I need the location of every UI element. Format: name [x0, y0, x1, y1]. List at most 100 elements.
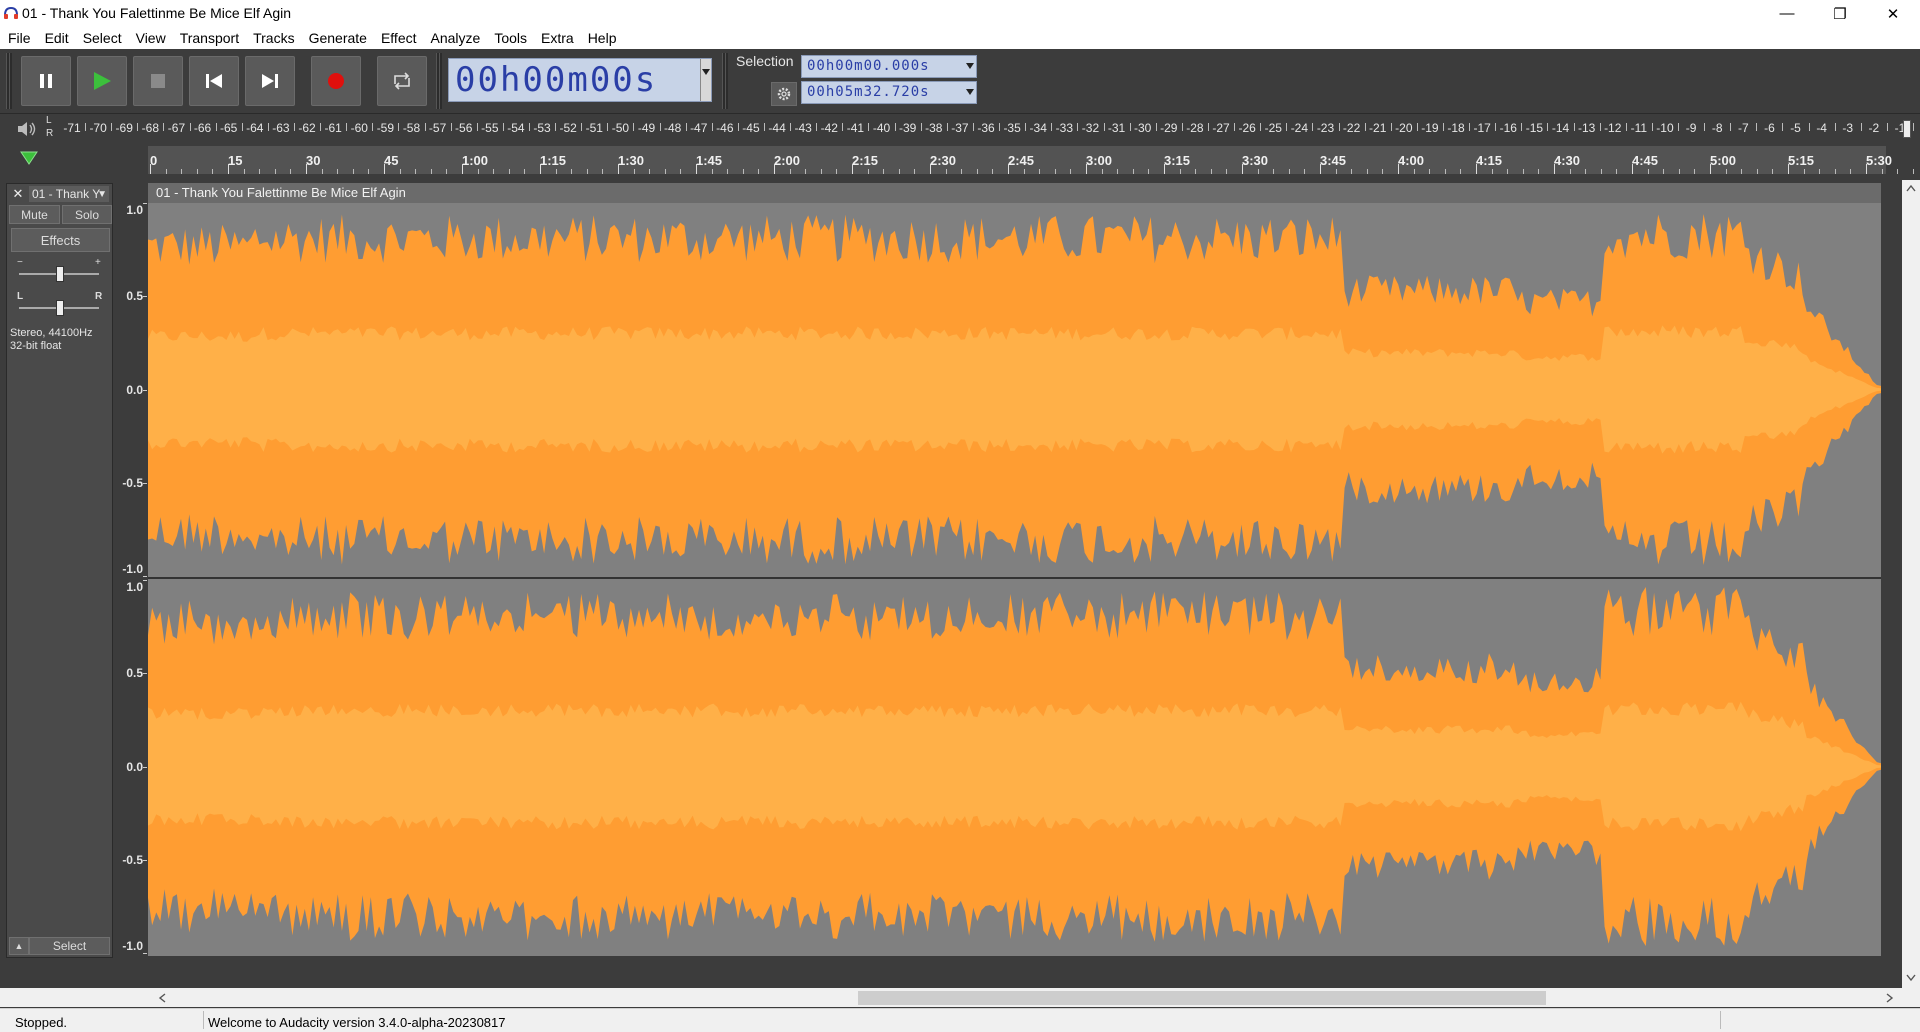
chevron-down-icon[interactable] — [966, 89, 974, 95]
timeline-minor-tick — [321, 169, 323, 174]
skip-to-end-button[interactable] — [245, 56, 295, 106]
play-button[interactable] — [77, 56, 127, 106]
menu-extra[interactable]: Extra — [534, 27, 581, 49]
meter-tick-label: -66 — [193, 121, 212, 135]
amplitude-ruler[interactable]: 1.0 0.5 0.0 -0.5 -1.0 1.0 0.5 0.0 -0.5 -1.0 — [114, 183, 147, 956]
select-track-button[interactable]: Select — [29, 937, 110, 955]
pan-slider-thumb[interactable] — [56, 300, 64, 316]
scroll-left-icon[interactable] — [158, 993, 166, 1003]
record-icon — [328, 73, 344, 89]
timeline-minor-tick — [1569, 169, 1571, 174]
menu-tracks[interactable]: Tracks — [246, 27, 301, 49]
timeline-tick-label: 5:15 — [1788, 153, 1815, 168]
toolbar-grip[interactable] — [436, 53, 442, 109]
meter-tick-label: -33 — [1055, 121, 1073, 135]
meter-tick-label: -43 — [794, 121, 812, 135]
skip-to-start-button[interactable] — [189, 56, 239, 106]
vertical-scrollbar[interactable] — [1902, 180, 1920, 988]
horizontal-scroll-thumb[interactable] — [858, 991, 1546, 1005]
meter-tick — [1651, 123, 1653, 131]
timeline-area: 0 15 30 45 1:00 1:15 1:30 1:45 2:00 2:15 2:30 2:45 3… — [0, 143, 1920, 177]
timeline-minor-tick — [914, 169, 916, 174]
stop-button[interactable] — [133, 56, 183, 106]
timeline-ruler[interactable]: 0 15 30 45 1:00 1:15 1:30 1:45 2:00 2:15 2:30 2:45 3… — [148, 146, 1914, 174]
solo-button[interactable]: Solo — [62, 205, 112, 224]
loop-button[interactable] — [377, 56, 427, 106]
chevron-down-icon: ▼ — [97, 188, 107, 200]
play-head-icon[interactable] — [20, 151, 38, 165]
menu-select[interactable]: Select — [76, 27, 129, 49]
restore-button[interactable]: ❐ — [1817, 0, 1863, 27]
meter-tick — [659, 123, 661, 131]
timeline-major-tick — [774, 164, 775, 174]
timeline-minor-tick — [1226, 169, 1228, 174]
menu-file[interactable]: File — [0, 27, 38, 49]
track-menu-button[interactable]: 01 - Thank Y ▼ — [29, 186, 109, 202]
meter-tick-label: -63 — [272, 121, 290, 135]
gain-minus-label: − — [17, 257, 23, 268]
menu-view[interactable]: View — [129, 27, 173, 49]
chevron-down-icon[interactable] — [966, 63, 974, 69]
close-track-button[interactable]: ✕ — [9, 186, 27, 202]
track-right-margin — [1881, 183, 1901, 956]
waveform-display[interactable] — [148, 203, 1881, 956]
timeline-minor-tick — [430, 169, 432, 174]
collapse-track-button[interactable]: ▲ — [9, 937, 29, 955]
clip-title-bar[interactable]: 01 - Thank You Falettinme Be Mice Elf Ag… — [148, 183, 1881, 203]
meter-tick — [137, 123, 139, 131]
time-format-dropdown[interactable] — [700, 59, 711, 101]
menu-help[interactable]: Help — [581, 27, 624, 49]
meter-tick — [868, 123, 870, 131]
timeline-major-tick — [150, 164, 151, 174]
timeline-major-tick — [930, 164, 931, 174]
horizontal-scrollbar[interactable] — [0, 988, 1920, 1007]
meter-tick-label: -67 — [167, 121, 186, 135]
menu-effect[interactable]: Effect — [374, 27, 424, 49]
toolbar-grip[interactable] — [6, 53, 12, 109]
pan-right-label: R — [95, 291, 103, 302]
minimize-button[interactable]: — — [1764, 0, 1810, 27]
meter-tick-label: -41 — [846, 121, 865, 135]
timeline-minor-tick — [337, 169, 339, 174]
toolbar-grip[interactable] — [722, 53, 728, 109]
scroll-right-icon[interactable] — [1886, 993, 1894, 1003]
meter-tick-label: -7 — [1737, 121, 1749, 135]
playback-meter[interactable]: -71 -70 -69 -68 -67 -66 -65 -64 -63 -62 -61 -60 -59-… — [48, 116, 1915, 140]
scroll-down-icon[interactable] — [1906, 974, 1916, 982]
timeline-minor-tick — [664, 169, 666, 174]
menu-generate[interactable]: Generate — [302, 27, 374, 49]
timeline-minor-tick — [727, 169, 729, 174]
meter-tick-label: -54 — [507, 121, 525, 135]
gain-slider-thumb[interactable] — [56, 266, 64, 282]
meter-tick — [972, 123, 974, 131]
timeline-minor-tick — [399, 169, 401, 174]
effects-button[interactable]: Effects — [11, 228, 110, 252]
meter-slider-thumb[interactable] — [1903, 120, 1911, 138]
mute-button[interactable]: Mute — [9, 205, 60, 224]
menu-transport[interactable]: Transport — [173, 27, 246, 49]
meter-tick — [1443, 123, 1444, 131]
time-display[interactable]: 00h00m00s — [448, 58, 712, 102]
meter-tick — [163, 123, 165, 131]
meter-tick-label: -30 — [1134, 121, 1152, 135]
record-button[interactable] — [311, 56, 361, 106]
timeline-minor-tick — [259, 169, 261, 174]
menu-tools[interactable]: Tools — [487, 27, 534, 49]
selection-end-field[interactable]: 00h05m32.720s — [801, 81, 977, 104]
close-window-button[interactable]: ✕ — [1870, 0, 1916, 27]
amplitude-tick — [143, 296, 147, 298]
scroll-up-icon[interactable] — [1906, 184, 1916, 192]
selection-start-field[interactable]: 00h00m00.000s — [801, 55, 977, 78]
speaker-icon[interactable] — [16, 120, 38, 138]
waveform-clip[interactable]: 01 - Thank You Falettinme Be Mice Elf Ag… — [148, 183, 1881, 956]
menu-analyze[interactable]: Analyze — [424, 27, 488, 49]
menu-edit[interactable]: Edit — [38, 27, 76, 49]
meter-tick-label: -12 — [1604, 121, 1622, 135]
timeline-minor-tick — [602, 169, 604, 174]
pause-button[interactable] — [21, 56, 71, 106]
selection-start-value: 00h00m00.000s — [807, 58, 930, 74]
selection-settings-button[interactable] — [771, 82, 797, 106]
timeline-major-tick — [1476, 164, 1477, 174]
meter-tick — [737, 123, 739, 131]
meter-tick-label: -69 — [115, 121, 133, 135]
